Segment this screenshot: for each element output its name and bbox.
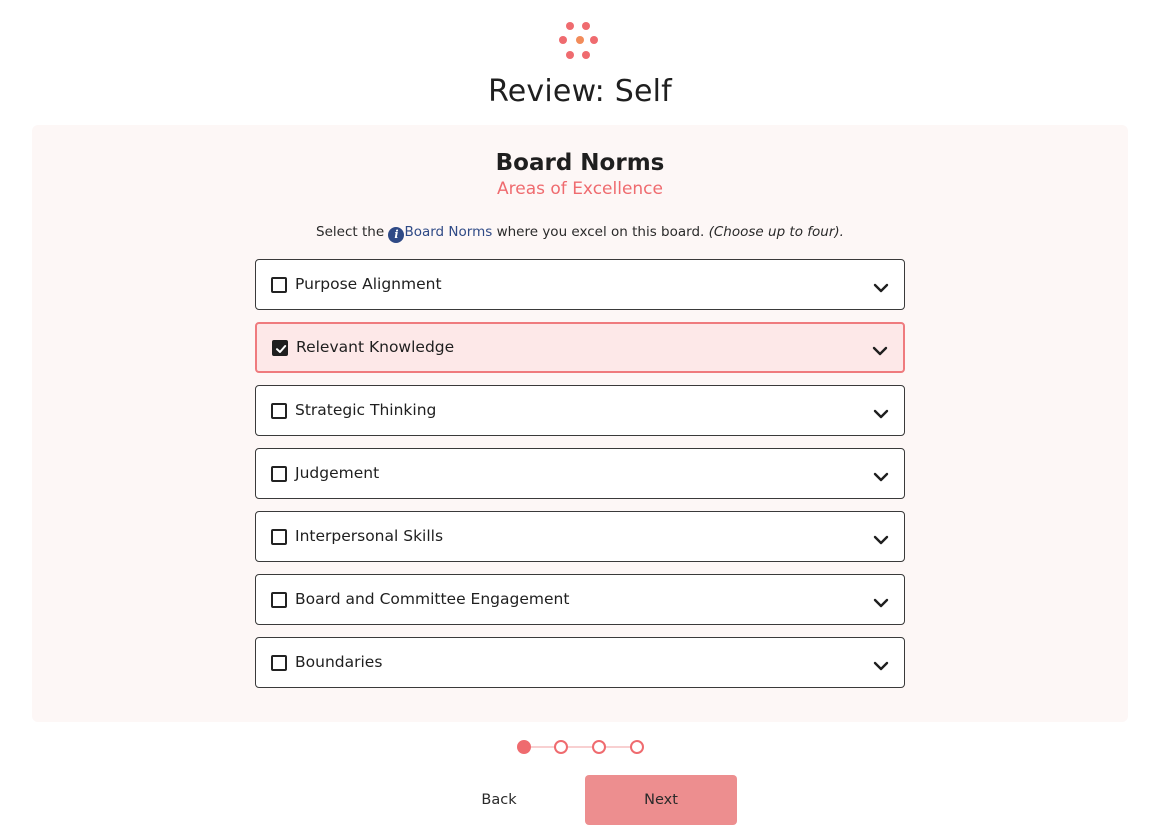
logo-dot: [590, 36, 598, 44]
logo-dot: [566, 51, 574, 59]
chevron-down-icon[interactable]: [873, 405, 889, 419]
chevron-down-icon[interactable]: [873, 657, 889, 671]
chevron-down-icon[interactable]: [872, 342, 888, 356]
checkmark-icon: [276, 345, 287, 353]
chevron-down-icon[interactable]: [873, 594, 889, 608]
section-subtitle: Areas of Excellence: [497, 179, 663, 199]
section-title: Board Norms: [495, 150, 665, 176]
norm-item-purpose-alignment[interactable]: Purpose Alignment: [255, 259, 905, 310]
chevron-down-icon[interactable]: [873, 531, 889, 545]
norm-item-interpersonal-skills[interactable]: Interpersonal Skills: [255, 511, 905, 562]
instructions-prefix: Select the: [316, 224, 385, 240]
page-title: Review: Self: [488, 74, 672, 109]
norm-label: Relevant Knowledge: [296, 338, 455, 356]
instructions-hint: (Choose up to four).: [708, 224, 844, 240]
norm-item-boundaries[interactable]: Boundaries: [255, 637, 905, 688]
logo-dot: [576, 36, 584, 44]
step-dot: [517, 740, 531, 754]
checkbox[interactable]: [271, 529, 287, 545]
progress-stepper: [516, 739, 646, 755]
norm-label: Interpersonal Skills: [295, 527, 444, 545]
info-icon[interactable]: i: [388, 227, 405, 243]
back-button[interactable]: Back: [460, 775, 538, 825]
logo-dot: [559, 36, 567, 44]
checkbox[interactable]: [271, 466, 287, 482]
instructions-suffix: where you excel on this board.: [496, 224, 705, 240]
instructions: Select the i Board Norms where you excel …: [0, 224, 1160, 243]
norm-label: Purpose Alignment: [295, 275, 442, 293]
norm-label: Judgement: [295, 464, 380, 482]
norm-list: Purpose Alignment Relevant Knowledge Str…: [255, 259, 905, 700]
checkbox[interactable]: [271, 277, 287, 293]
norm-item-relevant-knowledge[interactable]: Relevant Knowledge: [255, 322, 905, 373]
step-dot: [554, 740, 568, 754]
checkbox[interactable]: [271, 655, 287, 671]
logo-dot: [582, 51, 590, 59]
stepper-line: [530, 746, 634, 748]
norm-label: Board and Committee Engagement: [295, 590, 570, 608]
next-button[interactable]: Next: [585, 775, 737, 825]
chevron-down-icon[interactable]: [873, 279, 889, 293]
norm-item-judgement[interactable]: Judgement: [255, 448, 905, 499]
chevron-down-icon[interactable]: [873, 468, 889, 482]
app-logo: [559, 20, 600, 60]
logo-dot: [566, 22, 574, 30]
board-norms-link[interactable]: Board Norms: [404, 224, 492, 240]
step-dot: [592, 740, 606, 754]
checkbox[interactable]: [272, 340, 288, 356]
checkbox[interactable]: [271, 403, 287, 419]
checkbox[interactable]: [271, 592, 287, 608]
norm-item-board-committee-engagement[interactable]: Board and Committee Engagement: [255, 574, 905, 625]
norm-label: Strategic Thinking: [295, 401, 437, 419]
norm-label: Boundaries: [295, 653, 383, 671]
norm-item-strategic-thinking[interactable]: Strategic Thinking: [255, 385, 905, 436]
step-dot: [630, 740, 644, 754]
logo-dot: [582, 22, 590, 30]
